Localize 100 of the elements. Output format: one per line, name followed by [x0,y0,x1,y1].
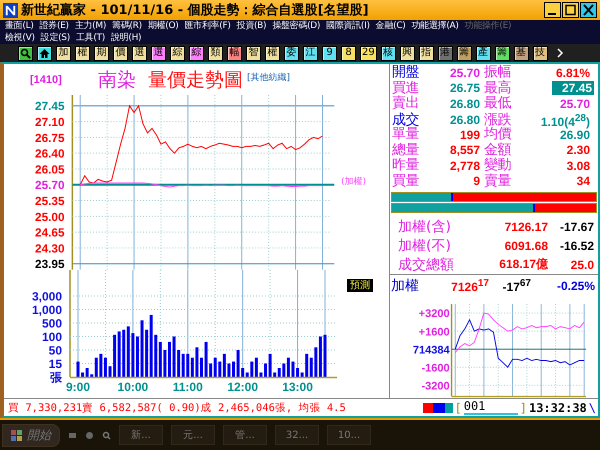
menu-item[interactable]: 功能選擇(A) [410,20,464,32]
quote-label: 賣量 [484,174,512,189]
forecast-badge[interactable]: 預測 [347,279,373,292]
toolbar-button[interactable]: 類 [208,46,223,60]
menu-item[interactable]: 期權(O) [146,20,184,32]
menu-item[interactable]: 籌碼(R) [111,20,147,32]
quote-label: 買進 [392,80,420,96]
page-field[interactable]: 001 [464,400,518,415]
toolbar-button[interactable]: 委 [284,46,299,60]
quote-label: 變動 [484,158,512,174]
taskbar-button[interactable]: 32... [275,425,319,445]
index-value: 7126$^{17}$ [450,278,489,294]
toolbar-button[interactable]: 基 [514,46,529,60]
toolbar-button[interactable]: 權 [265,46,280,60]
home-button[interactable] [37,46,52,60]
reference-index-label: 714384 [412,344,450,356]
toolbar-button[interactable]: 選 [132,46,147,60]
quote-label: 振幅 [484,65,512,80]
toolbar-button[interactable]: 價 [113,46,128,60]
toolbar-button[interactable]: 指 [418,46,434,60]
menu-item[interactable]: 檢視(V) [4,32,40,44]
toolbar-button[interactable]: 智 [246,46,261,60]
menu-item[interactable]: 主力(M) [74,20,112,32]
index-axis-label: -1600 [421,362,450,374]
toolbar-button[interactable]: 幅 [227,46,242,60]
desktop-icon[interactable] [68,430,77,440]
volume-bar [76,362,80,377]
menu-item[interactable]: 操盤密碼(D) [271,20,326,32]
toolbar-button[interactable]: 技 [532,46,548,60]
bracket: [ [454,400,462,414]
taskbar-button[interactable]: 管... [223,425,267,445]
maximize-icon[interactable] [562,2,579,18]
index-name: 加權 [391,277,420,295]
menu-item[interactable]: 匯市利率(F) [183,20,236,32]
time-axis-label: 12:00 [227,380,258,394]
menu-item[interactable]: 金融(C) [374,20,411,32]
taskbar-button[interactable]: 10... [327,425,371,445]
toolbar-button[interactable]: 籌 [456,46,472,60]
price-axis-label: 24.30 [35,242,65,256]
menu-item[interactable]: 工具(T) [74,32,110,44]
index-value: 6091.68 [504,238,548,252]
menu-item[interactable]: 投資(B) [236,20,272,32]
window-flag-icon [11,430,23,440]
menu-item[interactable]: 證券(E) [38,20,74,32]
index-change: -17.67 [558,220,594,234]
volume-axis-label: 500 [42,316,62,330]
toolbar-button[interactable]: 江 [303,46,318,60]
menu-item[interactable]: 說明(H) [110,32,146,44]
taskbar-button[interactable]: 新... [119,425,163,445]
close-icon[interactable] [580,2,597,18]
toolbar-button[interactable]: 籌 [494,46,510,60]
index-label: 加權(不) [398,236,452,254]
quote-value: 26.80 [448,113,481,127]
index-change: -17$^{67}$ [502,278,531,294]
toolbar-button[interactable]: 港 [438,46,453,60]
toolbar-button[interactable]: 加 [56,46,71,60]
toolbar-button[interactable]: 29 [360,46,377,60]
price-axis-label: 25.70 [35,180,65,193]
toolbar-button[interactable]: 8 [341,46,356,60]
price-axis-label: 26.75 [35,132,65,146]
globe-icon[interactable] [85,430,94,440]
toolbar-button[interactable]: 9 [322,46,337,60]
toolbar-button[interactable]: 綜 [189,46,204,60]
search-icon[interactable] [102,430,111,440]
index-label: 成交總額 [398,256,455,274]
clock-time: 13:32:38 [528,400,587,414]
index-value: 7126.17 [504,220,548,234]
toolbar-button[interactable]: 綜 [170,46,185,60]
volume-axis-label: 張 [50,370,62,384]
quote-value: 2.30 [566,143,591,158]
quote-value: 25.70 [558,96,591,111]
taskbar-button[interactable]: 元... [171,425,215,445]
quote-label: 單量 [392,127,420,142]
quote-value: 25.70 [448,66,481,80]
quote-value: 2,778 [448,158,481,173]
volume-axis-label: 50 [48,344,62,358]
minimize-icon[interactable] [544,2,561,18]
toolbar-button[interactable]: 權 [75,46,90,60]
toolbar-button[interactable]: 期 [94,46,109,60]
menu-item[interactable]: 畫面(L) [4,20,39,32]
quote-value: 8,557 [448,143,481,158]
trade-summary: 買 7,330,231賣 6,582,587( 0.90)成 2,465,046張, 均張 4.5 [8,400,347,414]
quote-label: 漲跌 [484,112,512,128]
menu-item[interactable]: 國際資訊(I) [325,20,375,32]
index-percent: -0.25% [556,279,595,293]
price-axis-label: 23.95 [35,258,65,270]
menu-item[interactable]: 設定(S) [40,32,75,44]
volume-axis-label: 100 [42,330,62,344]
volume-axis-label: 1,000 [32,303,62,317]
toolbar-button[interactable]: 產 [476,46,491,60]
search-button[interactable] [18,46,33,60]
index-change: 25.0 [570,258,594,272]
price-axis-label: 24.65 [35,226,65,240]
toolbar-button[interactable]: 興 [400,46,415,60]
quote-label: 昨量 [392,158,420,174]
index-change: -16.52 [558,238,594,252]
toolbar-button[interactable]: 選 [151,46,166,60]
toolbar-button[interactable]: 核 [380,46,396,60]
quote-label: 最高 [484,80,512,96]
stock-name: 南染 [98,68,136,93]
